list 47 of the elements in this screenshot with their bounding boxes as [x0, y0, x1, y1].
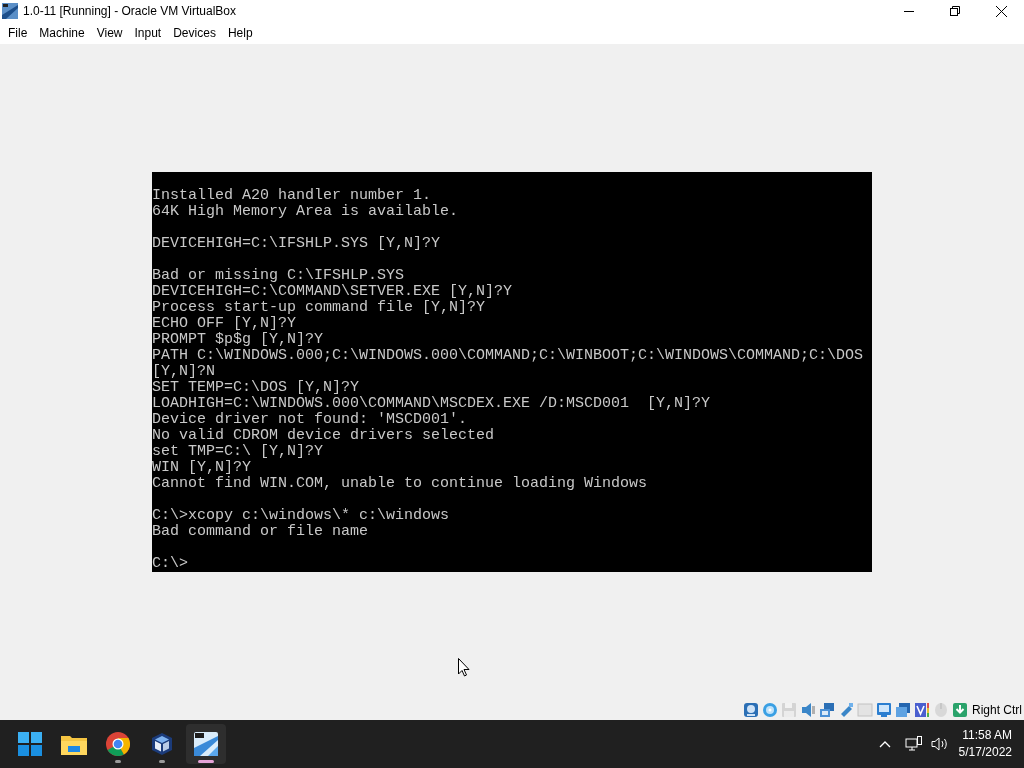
cube-icon [150, 732, 174, 756]
console-line: DEVICEHIGH=C:\IFSHLP.SYS [Y,N]?Y [152, 236, 441, 252]
network-icon[interactable] [904, 736, 923, 752]
console-line: Installed A20 handler number 1. [152, 188, 432, 204]
menu-item[interactable]: Devices [167, 22, 222, 44]
chrome-icon [106, 732, 130, 756]
display-icon[interactable] [876, 702, 892, 718]
mouse-pointer-icon [458, 658, 470, 677]
clock-date: 5/17/2022 [958, 744, 1012, 761]
console-line: SET TEMP=C:\DOS [Y,N]?Y [152, 380, 360, 396]
app-logo-icon [2, 3, 18, 19]
folder-icon [61, 733, 87, 755]
windows-logo-icon [18, 732, 42, 756]
console-line: PATH C:\WINDOWS.000;C:\WINDOWS.000\COMMAND;C:\WINBOOT;C:\WINDOWS\COMMAND;C:\DOS [152, 348, 864, 364]
speaker-icon[interactable] [800, 702, 816, 718]
menu-item[interactable]: View [90, 22, 129, 44]
console-line: DEVICEHIGH=C:\COMMAND\SETVER.EXE [Y,N]?Y [152, 284, 513, 300]
window-title: 1.0-11 [Running] - Oracle VM VirtualBox [23, 3, 236, 20]
console-line: PROMPT $p$g [Y,N]?Y [152, 332, 324, 348]
volume-icon[interactable] [930, 736, 949, 752]
clock-time: 11:58 AM [962, 727, 1012, 744]
menu-item[interactable]: Help [221, 22, 259, 44]
optical-disc-icon[interactable] [762, 702, 778, 718]
console-line: WIN [Y,N]?Y [152, 460, 252, 476]
console-line: Cannot find WIN.COM, unable to continue loading Windows [152, 476, 648, 492]
console-line: LOADHIGH=C:\WINDOWS.000\COMMAND\MSCDEX.EXE /D:MSCD001 [Y,N]?Y [152, 396, 711, 412]
console-line: Device driver not found: 'MSCD001'. [152, 412, 468, 428]
console-line: ECHO OFF [Y,N]?Y [152, 316, 297, 332]
console-line: Bad command or file name [152, 524, 369, 540]
host-key-label: Right Ctrl [972, 702, 1022, 719]
menu-item[interactable]: Machine [33, 22, 91, 44]
close-icon [995, 5, 1007, 17]
download-icon[interactable] [952, 702, 968, 718]
taskbar-app[interactable] [186, 724, 226, 764]
chevron-up-icon[interactable] [878, 740, 891, 748]
menu-item[interactable]: File [2, 22, 34, 44]
console-line: 64K High Memory Area is available. [152, 204, 459, 220]
console-line: [Y,N]?N [152, 364, 215, 380]
vm-window-icon [194, 732, 218, 756]
menu-item[interactable]: Input [128, 22, 168, 44]
console-line: set TMP=C:\ [Y,N]?Y [152, 444, 324, 460]
restore-icon [950, 6, 960, 16]
console-line: Process start-up command file [Y,N]?Y [152, 300, 486, 316]
console-line: Bad or missing C:\IFSHLP.SYS [152, 268, 405, 284]
console-line: C:\> [152, 556, 188, 572]
console-line: No valid CDROM device drivers selected [152, 428, 495, 444]
console-line: C:\>xcopy c:\windows\* c:\windows [152, 508, 450, 524]
